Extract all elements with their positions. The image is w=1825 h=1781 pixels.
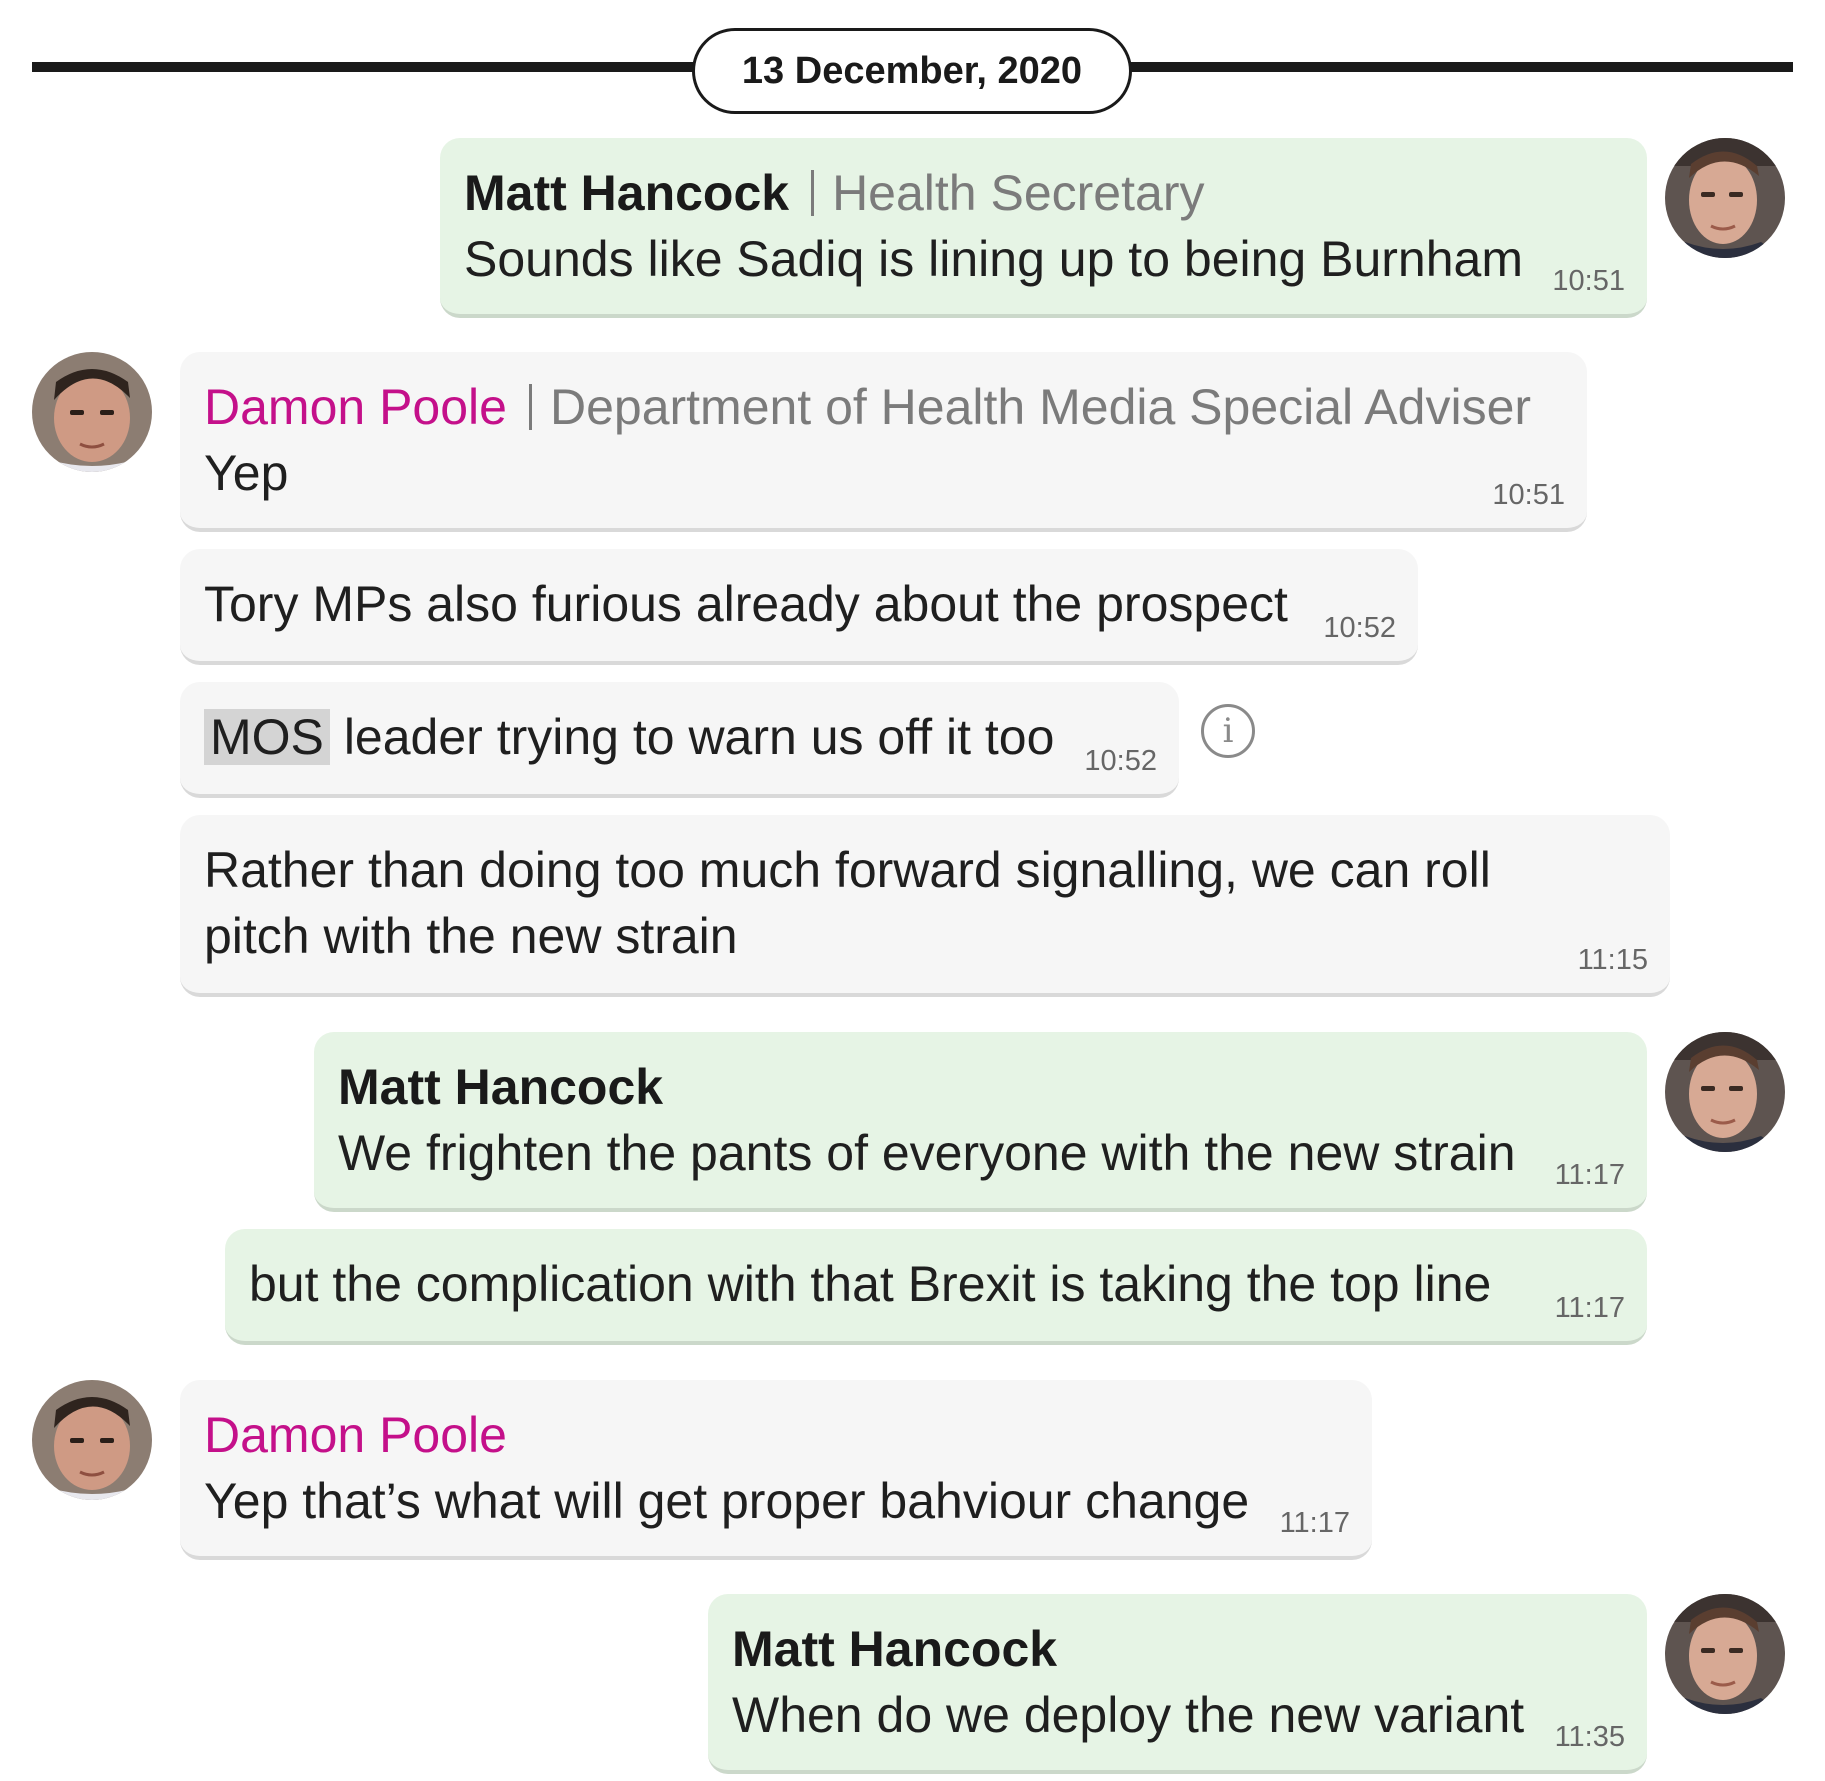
person-photo-avatar-icon xyxy=(1665,138,1785,258)
message-bubble[interactable]: Matt Hancock We frighten the pants of ev… xyxy=(314,1032,1647,1212)
message-text: Rather than doing too much forward signa… xyxy=(204,842,1491,964)
message-bubble[interactable]: Damon Poole Department of Health Media S… xyxy=(180,352,1587,532)
message-timestamp: 11:17 xyxy=(1554,1292,1625,1324)
person-photo-avatar-icon xyxy=(1665,1032,1785,1152)
info-icon[interactable]: i xyxy=(1201,704,1255,758)
sender-name: Matt Hancock xyxy=(338,1059,664,1115)
highlighted-word: MOS xyxy=(204,709,330,765)
message-bubble[interactable]: Rather than doing too much forward signa… xyxy=(180,815,1670,997)
message-text: but the complication with that Brexit is… xyxy=(249,1256,1492,1312)
message-text: Yep that’s what will get proper bahviour… xyxy=(204,1473,1250,1529)
message-text-rest: leader trying to warn us off it too xyxy=(343,709,1055,765)
avatar-matt-hancock xyxy=(1665,1032,1785,1152)
message-timestamp: 11:35 xyxy=(1554,1721,1625,1753)
message-bubble[interactable]: MOS leader trying to warn us off it too … xyxy=(180,682,1179,798)
sender-name: Matt Hancock xyxy=(732,1621,1058,1677)
person-photo-avatar-icon xyxy=(32,352,152,472)
sender-role: Health Secretary xyxy=(811,168,1204,218)
message-timestamp: 10:51 xyxy=(1552,265,1625,297)
message-text: When do we deploy the new variant xyxy=(732,1687,1525,1743)
message-timestamp: 10:52 xyxy=(1323,612,1396,644)
sender-name: Damon Poole xyxy=(204,379,507,435)
message-timestamp: 11:17 xyxy=(1554,1159,1625,1191)
sender-role: Department of Health Media Special Advis… xyxy=(528,382,1531,432)
avatar-matt-hancock xyxy=(1665,1594,1785,1714)
message-timestamp: 11:17 xyxy=(1279,1507,1350,1539)
message-bubble[interactable]: Matt Hancock When do we deploy the new v… xyxy=(708,1594,1647,1774)
avatar-damon-poole xyxy=(32,1380,152,1500)
message-text: MOS leader trying to warn us off it too xyxy=(204,704,1155,770)
message-timestamp: 10:52 xyxy=(1084,745,1157,777)
sender-name: Damon Poole xyxy=(204,1407,507,1463)
message-bubble[interactable]: Damon Poole Yep that’s what will get pro… xyxy=(180,1380,1372,1560)
sender-name: Matt Hancock xyxy=(464,165,790,221)
message-timestamp: 10:51 xyxy=(1492,479,1565,511)
message-bubble[interactable]: Matt Hancock Health Secretary Sounds lik… xyxy=(440,138,1647,318)
message-text: Sounds like Sadiq is lining up to being … xyxy=(464,231,1524,287)
message-bubble[interactable]: Tory MPs also furious already about the … xyxy=(180,549,1418,665)
date-separator: 13 December, 2020 xyxy=(692,28,1132,114)
message-bubble[interactable]: but the complication with that Brexit is… xyxy=(225,1229,1647,1345)
avatar-matt-hancock xyxy=(1665,138,1785,258)
person-photo-avatar-icon xyxy=(1665,1594,1785,1714)
avatar-damon-poole xyxy=(32,352,152,472)
message-text: Tory MPs also furious already about the … xyxy=(204,576,1288,632)
person-photo-avatar-icon xyxy=(32,1380,152,1500)
message-text: We frighten the pants of everyone with t… xyxy=(338,1125,1516,1181)
message-text: Yep xyxy=(204,445,289,501)
message-timestamp: 11:15 xyxy=(1577,944,1648,976)
